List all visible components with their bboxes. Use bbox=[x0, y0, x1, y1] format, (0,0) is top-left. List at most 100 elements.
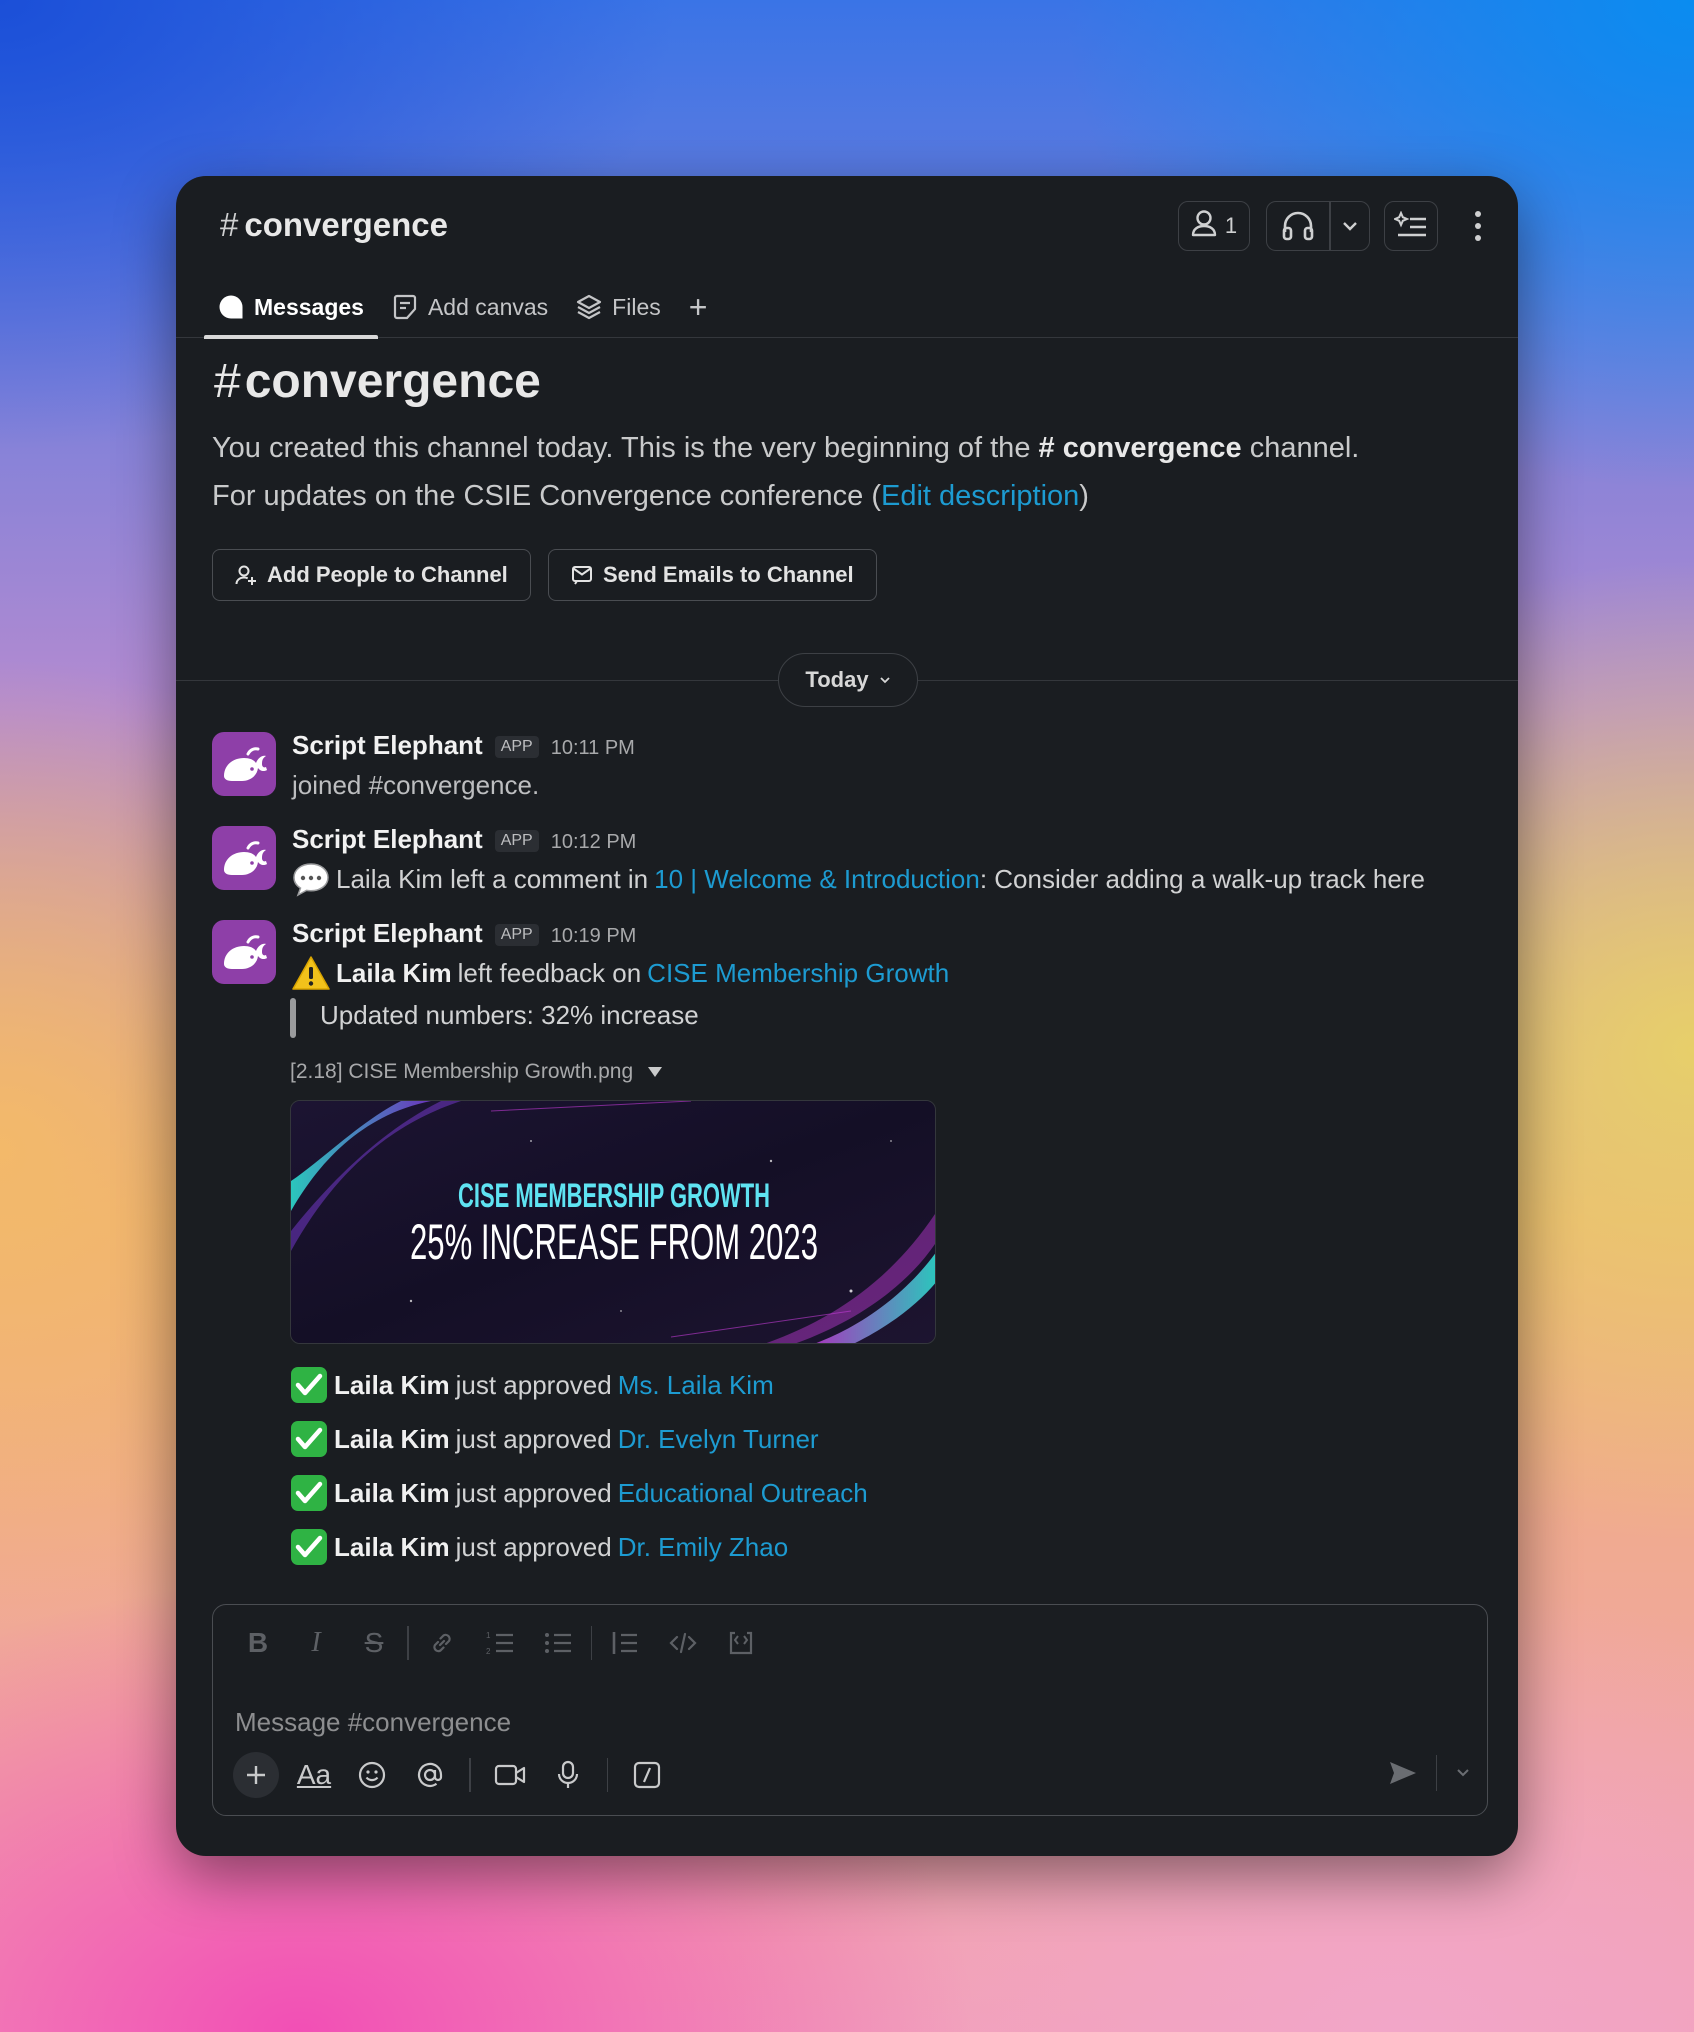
actor-name[interactable]: Laila Kim bbox=[336, 958, 452, 989]
intro-channel-name: convergence bbox=[244, 355, 541, 408]
huddle-button[interactable] bbox=[1266, 201, 1370, 251]
actor-name[interactable]: Laila Kim bbox=[334, 1478, 450, 1509]
chevron-down-icon bbox=[879, 676, 891, 684]
actor-name[interactable]: Laila Kim bbox=[334, 1532, 450, 1563]
members-button[interactable]: 1 bbox=[1178, 201, 1250, 251]
person-icon bbox=[1191, 209, 1217, 243]
approval-verb: just approved bbox=[455, 1477, 612, 1508]
document-link[interactable]: CISE Membership Growth bbox=[647, 958, 949, 989]
elephant-icon bbox=[224, 935, 267, 969]
edit-description-link[interactable]: Edit description bbox=[881, 480, 1079, 512]
bulleted-list-icon[interactable] bbox=[529, 1619, 587, 1667]
message-bubble-icon bbox=[218, 294, 244, 320]
approval-target-link[interactable]: Dr. Evelyn Turner bbox=[618, 1424, 819, 1455]
tab-add-canvas[interactable]: Add canvas bbox=[378, 276, 562, 338]
tab-messages[interactable]: Messages bbox=[204, 276, 378, 339]
intro-channel-mention[interactable]: # convergence bbox=[1039, 432, 1242, 464]
more-options-icon[interactable] bbox=[1468, 206, 1488, 246]
toolbar-separator bbox=[606, 1758, 608, 1792]
image-preview[interactable]: CISE MEMBERSHIP GROWTH 25% INCREASE FROM… bbox=[290, 1100, 936, 1344]
avatar[interactable] bbox=[212, 920, 276, 984]
bold-icon[interactable]: B bbox=[229, 1619, 287, 1667]
approval-verb: just approved bbox=[455, 1369, 612, 1400]
message-composer: B I S 12 Message #convergence Aa bbox=[212, 1604, 1488, 1816]
add-tab-icon[interactable]: + bbox=[675, 289, 722, 326]
channel-name: convergence bbox=[244, 206, 448, 243]
attach-button[interactable] bbox=[227, 1749, 285, 1801]
app-badge: APP bbox=[494, 830, 539, 852]
add-person-icon bbox=[235, 564, 257, 586]
timestamp[interactable]: 10:11 PM bbox=[551, 737, 635, 760]
numbered-list-icon[interactable]: 12 bbox=[471, 1619, 529, 1667]
approval-target-link[interactable]: Ms. Laila Kim bbox=[618, 1370, 774, 1401]
elephant-icon bbox=[224, 747, 267, 781]
actor-name[interactable]: Laila Kim bbox=[334, 1424, 450, 1455]
blockquote-icon[interactable] bbox=[596, 1619, 654, 1667]
add-people-label: Add People to Channel bbox=[267, 562, 508, 587]
warning-icon bbox=[292, 954, 330, 992]
formatting-toolbar: B I S 12 bbox=[229, 1619, 770, 1667]
video-icon[interactable] bbox=[481, 1749, 539, 1801]
elephant-icon bbox=[224, 841, 267, 875]
link-icon[interactable] bbox=[413, 1619, 471, 1667]
image-subtitle-text: 25% INCREASE FROM 2023 bbox=[410, 1214, 818, 1270]
code-block-icon[interactable] bbox=[712, 1619, 770, 1667]
message-meta: Script Elephant APP 10:11 PM bbox=[292, 730, 635, 761]
channel-header: # convergence 1 Messages Add canvas File… bbox=[176, 176, 1518, 339]
channel-tabs: Messages Add canvas Files + bbox=[204, 276, 722, 339]
approval-line: Laila Kim just approved Educational Outr… bbox=[290, 1474, 868, 1512]
timestamp[interactable]: 10:19 PM bbox=[551, 925, 637, 948]
intro-line1-end: channel. bbox=[1249, 432, 1360, 464]
tab-files[interactable]: Files bbox=[562, 276, 675, 338]
formatting-toggle-button[interactable]: Aa bbox=[285, 1749, 343, 1801]
chevron-down-icon[interactable] bbox=[1455, 1768, 1471, 1778]
send-emails-button[interactable]: Send Emails to Channel bbox=[548, 549, 877, 601]
emoji-icon[interactable] bbox=[343, 1749, 401, 1801]
quote-bar bbox=[290, 998, 296, 1038]
feedback-text: left feedback on bbox=[457, 957, 642, 988]
mention-icon[interactable] bbox=[401, 1749, 459, 1801]
sender-name[interactable]: Script Elephant bbox=[292, 918, 483, 949]
channel-title[interactable]: # convergence bbox=[220, 206, 448, 244]
sender-name[interactable]: Script Elephant bbox=[292, 824, 483, 855]
check-icon bbox=[290, 1528, 328, 1566]
avatar[interactable] bbox=[212, 826, 276, 890]
italic-icon[interactable]: I bbox=[287, 1619, 345, 1667]
membership-growth-image: CISE MEMBERSHIP GROWTH 25% INCREASE FROM… bbox=[291, 1101, 935, 1343]
file-attachment-header[interactable]: [2.18] CISE Membership Growth.png bbox=[290, 1060, 663, 1084]
message-input[interactable]: Message #convergence bbox=[235, 1707, 511, 1738]
email-icon bbox=[571, 564, 593, 586]
huddle-divider bbox=[1329, 202, 1331, 250]
message-item: Script Elephant APP 10:12 PM Laila Kim l… bbox=[212, 824, 1492, 906]
ai-summary-button[interactable] bbox=[1384, 201, 1438, 251]
avatar[interactable] bbox=[212, 732, 276, 796]
approval-line: Laila Kim just approved Dr. Evelyn Turne… bbox=[290, 1420, 819, 1458]
timestamp[interactable]: 10:12 PM bbox=[551, 831, 637, 854]
sender-name[interactable]: Script Elephant bbox=[292, 730, 483, 761]
strikethrough-icon[interactable]: S bbox=[345, 1619, 403, 1667]
check-icon bbox=[290, 1366, 328, 1404]
check-icon bbox=[290, 1420, 328, 1458]
approval-target-link[interactable]: Educational Outreach bbox=[618, 1478, 868, 1509]
slash-command-icon[interactable] bbox=[618, 1749, 676, 1801]
date-divider-button[interactable]: Today bbox=[778, 653, 918, 707]
chevron-down-icon[interactable] bbox=[1341, 220, 1359, 232]
intro-hash: # bbox=[214, 355, 241, 408]
approval-target-link[interactable]: Dr. Emily Zhao bbox=[618, 1532, 789, 1563]
composer-actions: Aa bbox=[227, 1747, 676, 1803]
code-icon[interactable] bbox=[654, 1619, 712, 1667]
microphone-icon[interactable] bbox=[539, 1749, 597, 1801]
send-icon[interactable] bbox=[1388, 1759, 1418, 1787]
caret-down-icon[interactable] bbox=[647, 1066, 663, 1078]
message-text: Laila Kim left a comment in 10 | Welcome… bbox=[292, 860, 1425, 898]
headphones-icon bbox=[1281, 210, 1315, 242]
approval-verb: just approved bbox=[455, 1423, 612, 1454]
intro-title: #convergence bbox=[214, 354, 541, 409]
channel-description: You created this channel today. This is … bbox=[212, 424, 1492, 520]
message-text: joined #convergence. bbox=[292, 770, 540, 800]
intro-line1-text: You created this channel today. This is … bbox=[212, 432, 1031, 464]
tab-messages-label: Messages bbox=[254, 293, 364, 320]
add-people-button[interactable]: Add People to Channel bbox=[212, 549, 531, 601]
document-link[interactable]: 10 | Welcome & Introduction bbox=[654, 864, 980, 895]
actor-name[interactable]: Laila Kim bbox=[334, 1370, 450, 1401]
